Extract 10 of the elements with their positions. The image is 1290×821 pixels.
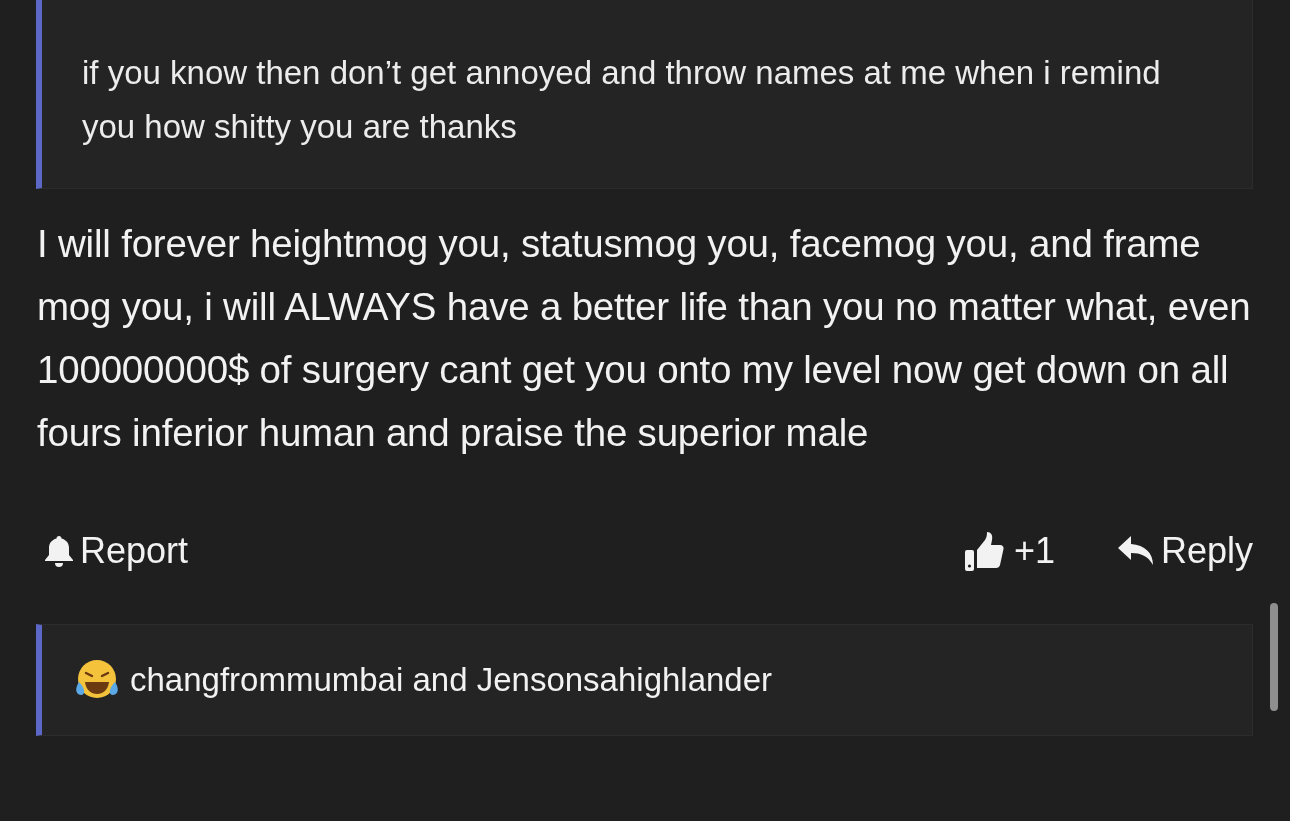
reaction-names: changfrommumbai and Jensonsahighlander bbox=[130, 661, 773, 699]
reply-button[interactable]: Reply bbox=[1108, 530, 1253, 572]
bell-icon bbox=[44, 534, 74, 568]
reply-arrow-icon bbox=[1116, 535, 1155, 567]
thumbs-up-icon[interactable] bbox=[963, 530, 1004, 572]
post-text: I will forever heightmog you, statusmog you, facemog you, and frame mog you, i will ALWAYS have a better life than you no matter what, even 100000000$ of surgery cant get you onto my level now get down on all fours inferior human and praise the superior male bbox=[36, 221, 1252, 456]
report-button[interactable]: Report bbox=[36, 530, 189, 572]
quote-text: if you know then don’t get annoyed and throw names at me when i remind you how shitty you are thanks bbox=[82, 53, 1162, 147]
scrollbar[interactable] bbox=[1270, 603, 1278, 711]
like-count: +1 bbox=[1013, 530, 1055, 572]
